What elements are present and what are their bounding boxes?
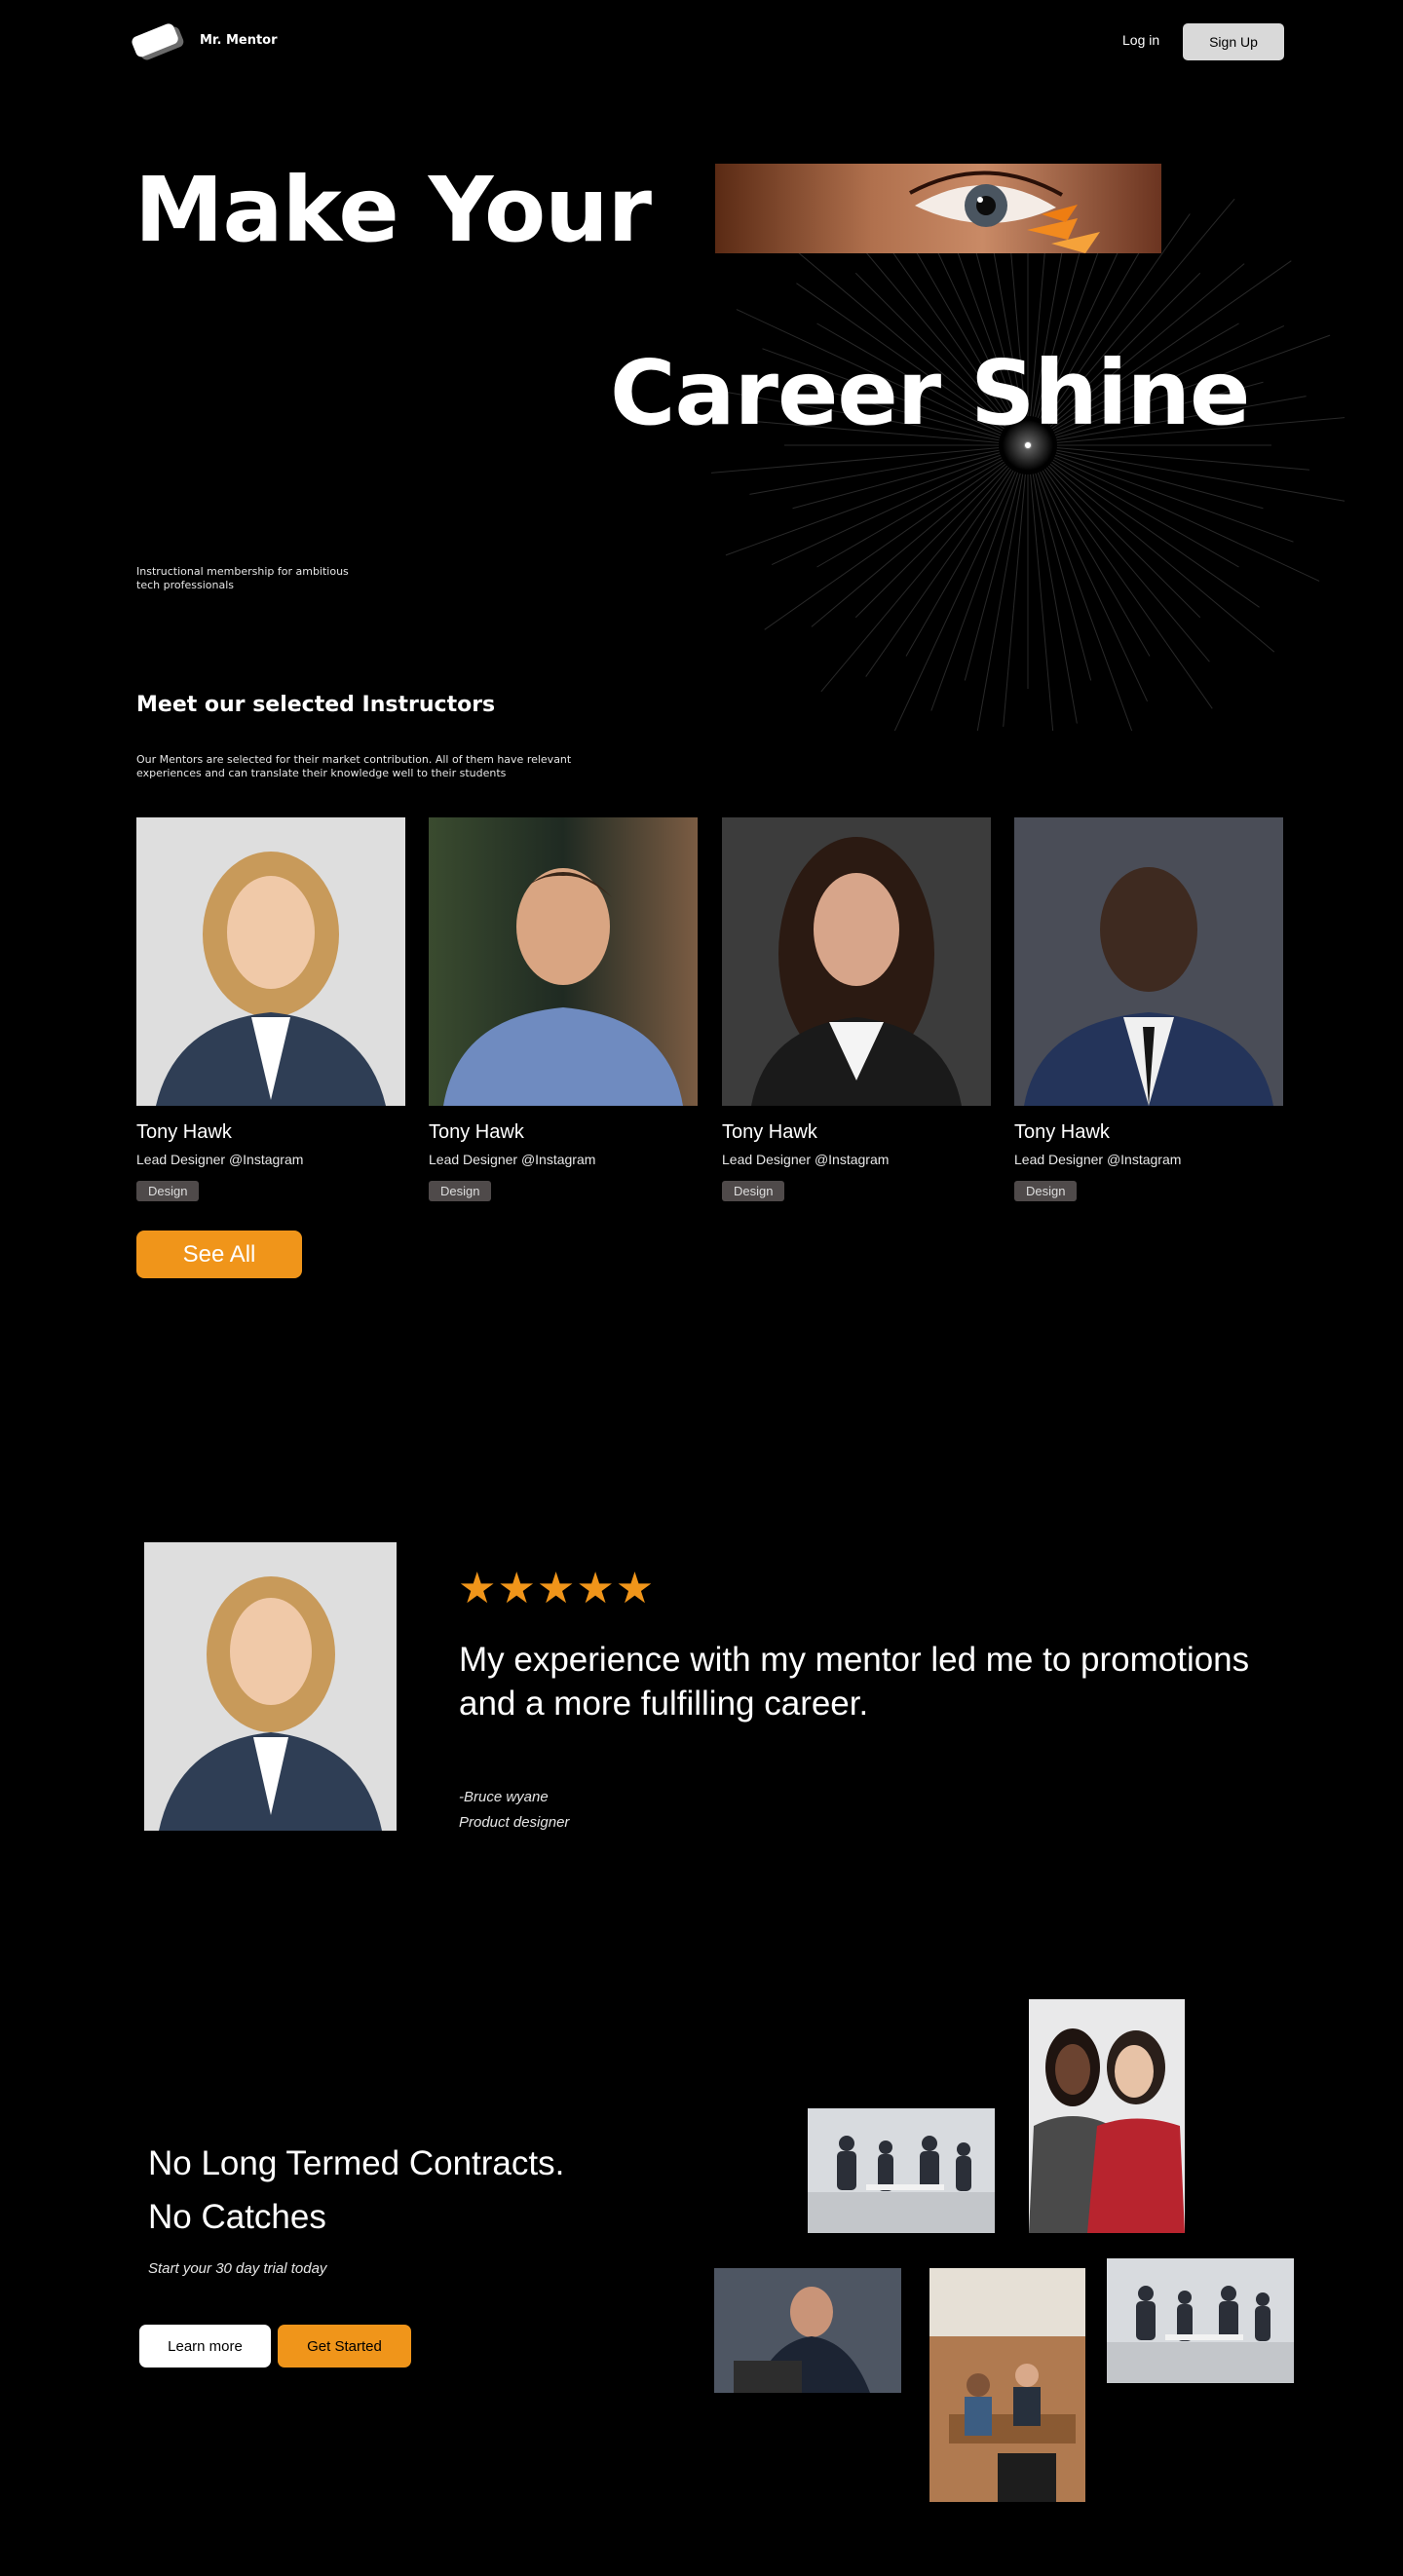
- instructor-tag[interactable]: Design: [429, 1181, 492, 1201]
- light-ray: [1003, 474, 1026, 727]
- light-ray: [1056, 449, 1345, 502]
- instructor-photo: [429, 817, 698, 1106]
- rating-stars: ★★★★★: [458, 1565, 656, 1612]
- light-ray: [820, 467, 1010, 693]
- instructor-name: Tony Hawk: [429, 1121, 524, 1143]
- light-ray: [711, 447, 1000, 474]
- light-ray: [1053, 457, 1320, 582]
- instructor-card[interactable]: Tony Hawk Lead Designer @Instagram Desig…: [136, 817, 405, 1201]
- instructor-photo: [722, 817, 991, 1106]
- testimonial-quote: My experience with my mentor led me to p…: [459, 1641, 1250, 1723]
- light-ray: [865, 469, 1012, 677]
- light-ray: [1049, 463, 1275, 653]
- light-ray: [1051, 461, 1260, 608]
- instructor-role: Lead Designer @Instagram: [429, 1152, 596, 1167]
- instructor-card[interactable]: Tony Hawk Lead Designer @Instagram Desig…: [1014, 817, 1283, 1201]
- instructor-card[interactable]: Tony Hawk Lead Designer @Instagram Desig…: [429, 817, 698, 1201]
- instructor-role: Lead Designer @Instagram: [1014, 1152, 1182, 1167]
- light-ray: [1032, 474, 1078, 724]
- light-ray: [854, 465, 1008, 619]
- light-ray: [749, 449, 1000, 495]
- collage-photo-meeting: [808, 2108, 995, 2233]
- light-ray: [905, 470, 1014, 657]
- instructor-photo: [1014, 817, 1283, 1106]
- instructor-name: Tony Hawk: [136, 1121, 232, 1143]
- hero-heading-line1: Make Your: [134, 158, 652, 262]
- light-ray: [893, 471, 1016, 731]
- collage-photo-students: [1029, 1999, 1185, 2233]
- cta-subtitle: Start your 30 day trial today: [148, 2260, 327, 2277]
- light-ray: [976, 474, 1024, 731]
- collage-photo-meeting-2: [1107, 2258, 1294, 2383]
- instructor-role: Lead Designer @Instagram: [722, 1152, 890, 1167]
- login-link[interactable]: Log in: [1122, 32, 1159, 48]
- light-ray: [1042, 470, 1151, 657]
- hero-heading-line2: Career Shine: [610, 341, 1250, 445]
- light-ray: [1043, 469, 1213, 709]
- hero-eye-image: [715, 164, 1161, 253]
- see-all-button[interactable]: See All: [136, 1231, 302, 1278]
- light-ray: [764, 461, 1005, 630]
- light-ray: [964, 473, 1021, 681]
- instructor-role: Lead Designer @Instagram: [136, 1152, 304, 1167]
- brand-name[interactable]: Mr. Mentor: [200, 33, 278, 48]
- cta-heading-line2: No Catches: [148, 2198, 326, 2236]
- light-ray: [1052, 459, 1239, 568]
- light-ray: [1056, 447, 1309, 471]
- cta-heading-line1: No Long Termed Contracts.: [148, 2144, 565, 2182]
- instructor-tag[interactable]: Design: [1014, 1181, 1078, 1201]
- light-ray: [816, 459, 1004, 568]
- testimonial-author-title: Product designer: [459, 1814, 570, 1831]
- light-ray: [1035, 473, 1092, 681]
- testimonial-author: -Bruce wyane: [459, 1789, 549, 1805]
- light-ray: [792, 452, 1001, 510]
- testimonial-photo: [144, 1542, 397, 1831]
- light-ray: [1047, 465, 1201, 619]
- learn-more-button[interactable]: Learn more: [139, 2325, 271, 2368]
- get-started-button[interactable]: Get Started: [278, 2325, 411, 2368]
- logo-icon[interactable]: [129, 19, 189, 64]
- instructor-tag[interactable]: Design: [136, 1181, 200, 1201]
- instructor-name: Tony Hawk: [1014, 1121, 1110, 1143]
- instructors-description: Our Mentors are selected for their marke…: [136, 753, 572, 779]
- light-ray: [771, 457, 1003, 566]
- testimonial-author-block: -Bruce wyane Product designer: [459, 1785, 569, 1836]
- instructor-name: Tony Hawk: [722, 1121, 817, 1143]
- collage-photo-office: [929, 2268, 1085, 2502]
- signup-button[interactable]: Sign Up: [1183, 23, 1284, 60]
- light-ray: [1040, 471, 1149, 702]
- collage-photo-laptop: [714, 2268, 901, 2393]
- instructors-heading: Meet our selected Instructors: [136, 693, 496, 717]
- instructor-photo: [136, 817, 405, 1106]
- instructor-card[interactable]: Tony Hawk Lead Designer @Instagram Desig…: [722, 817, 991, 1201]
- hero-subtitle: Instructional membership for ambitious t…: [136, 565, 349, 591]
- instructor-tag[interactable]: Design: [722, 1181, 785, 1201]
- light-ray: [1055, 452, 1264, 510]
